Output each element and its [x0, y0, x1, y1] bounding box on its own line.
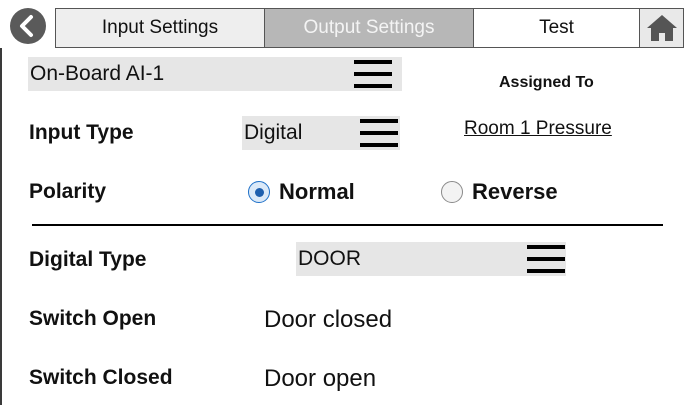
- back-button[interactable]: [6, 6, 50, 46]
- input-type-value: Digital: [244, 121, 303, 144]
- polarity-label: Polarity: [29, 180, 107, 203]
- digital-type-label: Digital Type: [29, 248, 147, 271]
- tab-input-settings[interactable]: Input Settings: [55, 8, 265, 48]
- polarity-normal-radio[interactable]: Normal: [248, 179, 355, 205]
- hamburger-menu-icon: [354, 60, 392, 88]
- left-border: [0, 48, 2, 405]
- assigned-to-heading: Assigned To: [499, 74, 594, 91]
- home-icon: [646, 15, 677, 41]
- hamburger-menu-icon: [360, 119, 398, 147]
- polarity-normal-label: Normal: [279, 179, 355, 204]
- input-type-select[interactable]: Digital: [242, 116, 400, 150]
- chevron-left-icon: [10, 8, 46, 44]
- tab-output-settings[interactable]: Output Settings: [264, 8, 474, 48]
- tab-test[interactable]: Test: [473, 8, 640, 48]
- home-button[interactable]: [639, 8, 684, 48]
- digital-type-value: DOOR: [298, 247, 361, 270]
- radio-selected-icon: [248, 181, 270, 203]
- tab-test-label: Test: [539, 17, 574, 38]
- digital-type-select[interactable]: DOOR: [296, 242, 566, 276]
- switch-open-label: Switch Open: [29, 307, 157, 330]
- radio-unselected-icon: [441, 181, 463, 203]
- tab-input-settings-label: Input Settings: [101, 17, 219, 38]
- switch-closed-value: Door open: [264, 365, 377, 392]
- input-type-label: Input Type: [29, 121, 134, 144]
- polarity-reverse-radio[interactable]: Reverse: [441, 179, 558, 205]
- section-divider: [32, 224, 663, 226]
- assigned-to-link[interactable]: Room 1 Pressure: [464, 118, 612, 140]
- hamburger-menu-icon: [527, 245, 565, 273]
- top-navigation-bar: Input Settings Output Settings Test: [0, 0, 686, 48]
- input-source-select[interactable]: On-Board AI-1: [28, 57, 402, 91]
- switch-open-value: Door closed: [264, 306, 393, 333]
- switch-closed-label: Switch Closed: [29, 366, 173, 389]
- input-source-value: On-Board AI-1: [30, 62, 165, 85]
- tab-output-settings-label: Output Settings: [303, 17, 435, 38]
- polarity-reverse-label: Reverse: [472, 179, 558, 204]
